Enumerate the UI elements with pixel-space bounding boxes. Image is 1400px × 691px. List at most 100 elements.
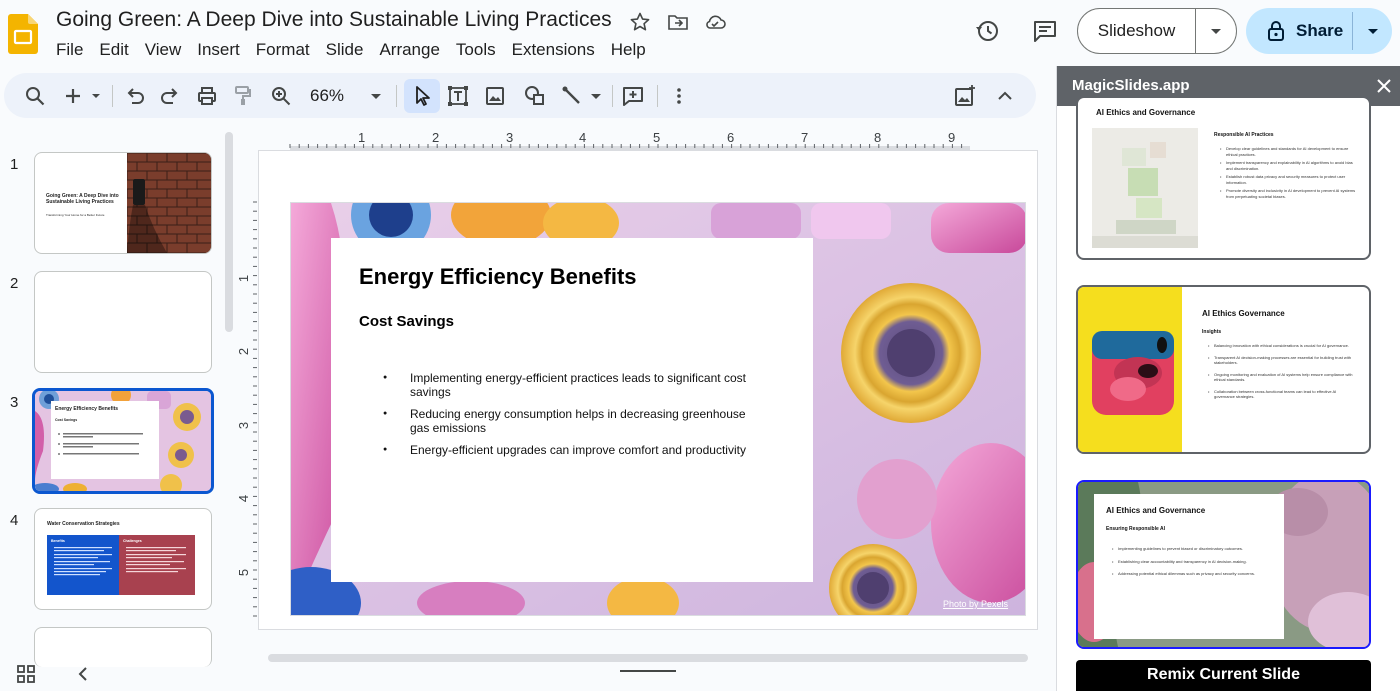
card-subtitle: Ensuring Responsible AI xyxy=(1106,526,1165,532)
card-bullet: Collaboration between cross-functional t… xyxy=(1208,389,1358,400)
line-dropdown-icon[interactable] xyxy=(588,83,604,109)
menu-slide[interactable]: Slide xyxy=(318,39,372,61)
slide-bullet: Implementing energy-efficient practices … xyxy=(383,371,753,399)
toolbar: 66% xyxy=(4,73,1036,118)
card-bullet: Implement transparency and explainabilit… xyxy=(1220,160,1356,171)
slide-number: 1 xyxy=(10,156,19,173)
thumb-title: Water Conservation Strategies xyxy=(47,521,120,527)
thumb-challenges-block: Challenges xyxy=(119,535,195,595)
document-title[interactable]: Going Green: A Deep Dive into Sustainabl… xyxy=(56,8,612,32)
slide-thumbnail-5[interactable] xyxy=(34,627,212,667)
menu-arrange[interactable]: Arrange xyxy=(371,39,447,61)
card-title: AI Ethics and Governance xyxy=(1106,506,1206,515)
menu-help[interactable]: Help xyxy=(603,39,654,61)
share-dropdown-icon[interactable] xyxy=(1356,8,1390,54)
share-divider xyxy=(1352,12,1353,50)
current-slide[interactable]: Energy Efficiency Benefits Cost Savings … xyxy=(290,202,1026,616)
ruler-mark: 2 xyxy=(236,347,252,356)
card-bullet: Addressing potential ethical dilemmas su… xyxy=(1112,571,1272,577)
slide-thumbnail-4[interactable]: Water Conservation Strategies Benefits C… xyxy=(34,508,212,610)
zoom-dropdown-icon[interactable] xyxy=(368,83,384,109)
line-icon[interactable] xyxy=(559,83,585,109)
toolbar-divider xyxy=(396,85,397,107)
thumb-benefits-head: Benefits xyxy=(51,539,65,543)
add-dropdown-icon[interactable] xyxy=(88,83,104,109)
slide-subtitle[interactable]: Cost Savings xyxy=(359,313,454,330)
chevron-left-icon[interactable] xyxy=(74,664,92,684)
history-icon[interactable] xyxy=(973,17,1001,45)
slide-thumbnail-2[interactable] xyxy=(34,271,212,373)
textbox-icon[interactable] xyxy=(445,83,471,109)
slide-bullet-list[interactable]: Implementing energy-efficient practices … xyxy=(383,371,753,465)
template-card-3[interactable]: AI Ethics and Governance Ensuring Respon… xyxy=(1076,480,1371,649)
slideshow-dropdown-icon[interactable] xyxy=(1196,9,1236,53)
card-subtitle: Responsible AI Practices xyxy=(1214,132,1274,138)
comment-icon[interactable] xyxy=(1031,17,1059,45)
slide-number: 4 xyxy=(10,512,19,529)
addon-side-panel: MagicSlides.app AI Ethics and Governance… xyxy=(1056,66,1400,691)
background-icon[interactable] xyxy=(952,83,978,109)
menu-format[interactable]: Format xyxy=(248,39,318,61)
star-icon[interactable] xyxy=(628,10,652,34)
thumb-text-card: Energy Efficiency Benefits Cost Savings xyxy=(51,401,159,479)
chevron-up-icon[interactable] xyxy=(992,83,1018,109)
undo-icon[interactable] xyxy=(122,83,148,109)
ruler-mark: 3 xyxy=(506,130,514,145)
canvas-scrollbar[interactable] xyxy=(268,654,1028,662)
select-icon[interactable] xyxy=(409,83,435,109)
zoom-select[interactable]: 66% xyxy=(310,86,344,106)
remix-current-slide-button[interactable]: Remix Current Slide xyxy=(1076,660,1371,691)
speaker-notes-handle[interactable] xyxy=(620,670,676,672)
cloud-status-icon[interactable] xyxy=(703,10,727,34)
slide-number: 2 xyxy=(10,275,19,292)
template-card-2[interactable]: AI Ethics Governance Insights Balancing … xyxy=(1076,285,1371,454)
move-folder-icon[interactable] xyxy=(666,10,690,34)
zoom-icon[interactable] xyxy=(268,83,294,109)
ruler-mark: 8 xyxy=(874,130,882,145)
slide-text-card[interactable]: Energy Efficiency Benefits Cost Savings … xyxy=(331,238,813,582)
slide-thumbnail-1[interactable]: Going Green: A Deep Dive into Sustainabl… xyxy=(34,152,212,254)
toolbar-divider xyxy=(612,85,613,107)
redo-icon[interactable] xyxy=(157,83,183,109)
ruler-mark: 9 xyxy=(948,130,956,145)
remix-label: Remix Current Slide xyxy=(1147,666,1300,683)
menu-tools[interactable]: Tools xyxy=(448,39,504,61)
print-icon[interactable] xyxy=(194,83,220,109)
slides-logo-icon[interactable] xyxy=(8,14,38,54)
vertical-ruler[interactable] xyxy=(236,150,258,630)
add-icon[interactable] xyxy=(60,83,86,109)
menu-view[interactable]: View xyxy=(137,39,190,61)
filmstrip-scrollbar[interactable] xyxy=(225,132,233,332)
card-bullet: Establishing clear accountability and tr… xyxy=(1112,559,1272,565)
image-icon[interactable] xyxy=(482,83,508,109)
grid-view-icon[interactable] xyxy=(16,664,36,684)
slide-thumbnail-3[interactable]: Energy Efficiency Benefits Cost Savings xyxy=(32,388,214,494)
menu-insert[interactable]: Insert xyxy=(189,39,248,61)
comment-add-icon[interactable] xyxy=(620,83,646,109)
card-bullet: Establish robust data privacy and securi… xyxy=(1220,174,1356,185)
card-title: AI Ethics and Governance xyxy=(1096,108,1196,117)
shape-icon[interactable] xyxy=(522,83,548,109)
toolbar-divider xyxy=(112,85,113,107)
template-card-1[interactable]: AI Ethics and Governance Responsible AI … xyxy=(1076,96,1371,260)
slideshow-label: Slideshow xyxy=(1097,21,1176,40)
thumb-benefits-lines xyxy=(54,547,112,576)
menu-extensions[interactable]: Extensions xyxy=(504,39,603,61)
menu-edit[interactable]: Edit xyxy=(91,39,136,61)
thumb-subtitle: Cost Savings xyxy=(55,418,78,422)
photo-credit-link[interactable]: Photo by Pexels xyxy=(943,599,1008,609)
paint-format-icon[interactable] xyxy=(230,83,256,109)
slideshow-button[interactable]: Slideshow xyxy=(1077,8,1237,54)
menu-file[interactable]: File xyxy=(48,39,91,61)
slide-title[interactable]: Energy Efficiency Benefits xyxy=(359,264,637,290)
thumb-challenges-head: Challenges xyxy=(123,539,142,543)
card-bullets: Implementing guidelines to prevent biase… xyxy=(1112,546,1272,580)
card-text-panel: AI Ethics and Governance Ensuring Respon… xyxy=(1094,494,1284,639)
ruler-mark: 4 xyxy=(579,130,587,145)
close-icon[interactable] xyxy=(1375,77,1393,95)
ruler-mark: 2 xyxy=(432,130,440,145)
more-vert-icon[interactable] xyxy=(666,83,692,109)
share-button[interactable]: Share xyxy=(1246,8,1392,54)
search-icon[interactable] xyxy=(22,83,48,109)
menu-bar: File Edit View Insert Format Slide Arran… xyxy=(48,39,654,61)
